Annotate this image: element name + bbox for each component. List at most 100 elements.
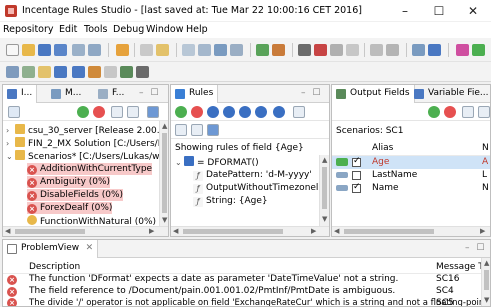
step-into-icon[interactable] (346, 44, 359, 56)
paste-icon[interactable] (140, 44, 153, 56)
operator-icon[interactable] (223, 106, 235, 118)
minimize-button[interactable]: – (388, 0, 422, 22)
table-row[interactable]: ✓ Name N (332, 182, 490, 195)
scrollbar-thumb[interactable] (322, 167, 327, 209)
checkbox-checked[interactable]: ✓ (352, 156, 361, 167)
scrollbar-thumb[interactable] (344, 229, 434, 234)
wand-icon[interactable] (116, 44, 129, 56)
vertical-scrollbar[interactable]: ▲ ▼ (159, 121, 168, 226)
checkbox-checked[interactable]: ✓ (352, 182, 361, 193)
scroll-left-icon[interactable]: ◀ (173, 227, 178, 235)
grid-icon[interactable] (230, 44, 243, 56)
scroll-right-icon[interactable]: ▶ (311, 227, 316, 235)
add-icon[interactable] (77, 106, 89, 118)
expand-all-icon[interactable] (191, 124, 203, 136)
scroll-down-icon[interactable]: ▼ (484, 296, 489, 304)
table-row[interactable]: × The function 'DFormat' expects a date … (3, 274, 481, 285)
clipboard-icon[interactable] (156, 44, 169, 56)
tab-f[interactable]: F... (94, 85, 128, 103)
horizontal-scrollbar[interactable]: ◀ ▶ (171, 226, 329, 236)
tab-variable-fields[interactable]: Variable Fie... (410, 85, 490, 103)
menu-window[interactable]: Window (146, 24, 183, 35)
tree-item-disablefields[interactable]: × DisableFields (0%) (27, 189, 124, 201)
collapse-all-icon[interactable] (175, 124, 187, 136)
window-icon[interactable] (412, 44, 425, 56)
close-tab-icon[interactable]: ✕ (86, 243, 94, 253)
minimize-maximize-icon[interactable]: – ☐ (139, 88, 160, 98)
checkbox-unchecked[interactable] (352, 171, 361, 180)
add-rule-icon[interactable] (175, 106, 187, 118)
export-icon[interactable] (38, 66, 51, 78)
dropdown-rule-icon[interactable] (255, 106, 267, 118)
import-icon[interactable] (22, 66, 35, 78)
minimize-maximize-icon[interactable]: – ☐ (465, 243, 486, 253)
delete-rule-icon[interactable] (191, 106, 203, 118)
tree-item-ambiguity[interactable]: × Ambiguity (0%) (27, 176, 111, 188)
condition-icon[interactable] (273, 106, 285, 118)
scrollbar-thumb[interactable] (162, 133, 167, 213)
save-all-icon[interactable] (54, 44, 67, 56)
rule-item-datepattern[interactable]: ƒ DatePattern: 'd-M-yyyy' (193, 169, 312, 181)
rules-icon[interactable] (72, 66, 85, 78)
tree-item-fin[interactable]: › FIN_2_MX Solution [C:/Users/L (6, 137, 163, 149)
rule-item-output[interactable]: ƒ OutputWithoutTimezonel (193, 182, 318, 194)
menu-repository[interactable]: Repository (3, 24, 54, 35)
copy-icon[interactable] (88, 44, 101, 56)
open-folder-icon[interactable] (22, 44, 35, 56)
add-field-icon[interactable] (428, 106, 440, 118)
layout-icon[interactable] (428, 44, 441, 56)
remove-field-icon[interactable] (444, 106, 456, 118)
table-row[interactable]: LastName L (332, 169, 490, 182)
tree-item-addition[interactable]: × AdditionWithCurrentType (27, 163, 153, 175)
debug-icon[interactable] (298, 44, 311, 56)
stop-icon[interactable] (314, 44, 327, 56)
rule-options-icon[interactable] (293, 106, 305, 118)
tab-i[interactable]: I... (3, 85, 38, 103)
tab-rules[interactable]: Rules (171, 85, 219, 103)
close-button[interactable]: ✕ (456, 0, 490, 22)
filter-icon[interactable] (214, 44, 227, 56)
print-icon[interactable] (478, 106, 490, 118)
save-icon[interactable] (38, 44, 51, 56)
step-icon[interactable] (330, 44, 343, 56)
menu-help[interactable]: Help (186, 24, 208, 35)
table-row[interactable]: × The field reference to /Document/pain.… (3, 286, 481, 297)
chevron-down-icon[interactable]: ⌄ (175, 157, 184, 169)
rule-item-dformat[interactable]: ⌄ = DFORMAT() (175, 156, 259, 168)
value-icon[interactable] (239, 106, 251, 118)
scrollbar-thumb[interactable] (484, 270, 489, 290)
rule-item-string[interactable]: ƒ String: {Age} (193, 195, 268, 207)
function-icon[interactable] (88, 66, 101, 78)
scroll-right-icon[interactable]: ▶ (480, 227, 485, 235)
scroll-up-icon[interactable]: ▲ (322, 156, 327, 164)
chevron-right-icon[interactable]: › (6, 138, 15, 150)
scroll-up-icon[interactable]: ▲ (484, 259, 489, 267)
scrollbar-thumb[interactable] (183, 229, 283, 234)
chevron-right-icon[interactable]: › (6, 125, 15, 137)
scroll-right-icon[interactable]: ▶ (149, 227, 154, 235)
console-icon[interactable] (6, 66, 19, 78)
tab-problemview[interactable]: ProblemView ✕ (3, 240, 99, 258)
table-row[interactable]: ✓ Age A (332, 156, 490, 169)
scrollbar-thumb[interactable] (15, 229, 85, 234)
bug-icon[interactable] (136, 66, 149, 78)
scroll-down-icon[interactable]: ▼ (322, 215, 327, 223)
wrench-icon[interactable] (370, 44, 383, 56)
type-icon[interactable] (104, 66, 117, 78)
menu-debug[interactable]: Debug (113, 24, 144, 35)
cut-icon[interactable] (72, 44, 85, 56)
column-header-alias[interactable]: Alias (372, 143, 393, 153)
column-header-n[interactable]: N (482, 143, 489, 153)
find-icon[interactable] (198, 44, 211, 56)
perspective-icon[interactable] (456, 44, 469, 56)
tab-output-fields[interactable]: Output Fields (332, 85, 415, 103)
minimize-maximize-icon[interactable]: – ☐ (301, 88, 322, 98)
tree-item-scenarios[interactable]: ⌄ Scenarios* [C:/Users/Lukas/wi (6, 150, 162, 162)
menu-tools[interactable]: Tools (84, 24, 107, 35)
sync-icon[interactable] (207, 124, 219, 136)
vertical-scrollbar[interactable]: ▲ ▼ (481, 258, 490, 306)
maximize-button[interactable]: ☐ (422, 0, 456, 22)
vertical-scrollbar[interactable]: ▲ ▼ (319, 155, 329, 226)
horizontal-scrollbar[interactable]: ◀ ▶ (332, 226, 490, 236)
table-row[interactable]: × The divide '/' operator is not applica… (3, 298, 481, 306)
